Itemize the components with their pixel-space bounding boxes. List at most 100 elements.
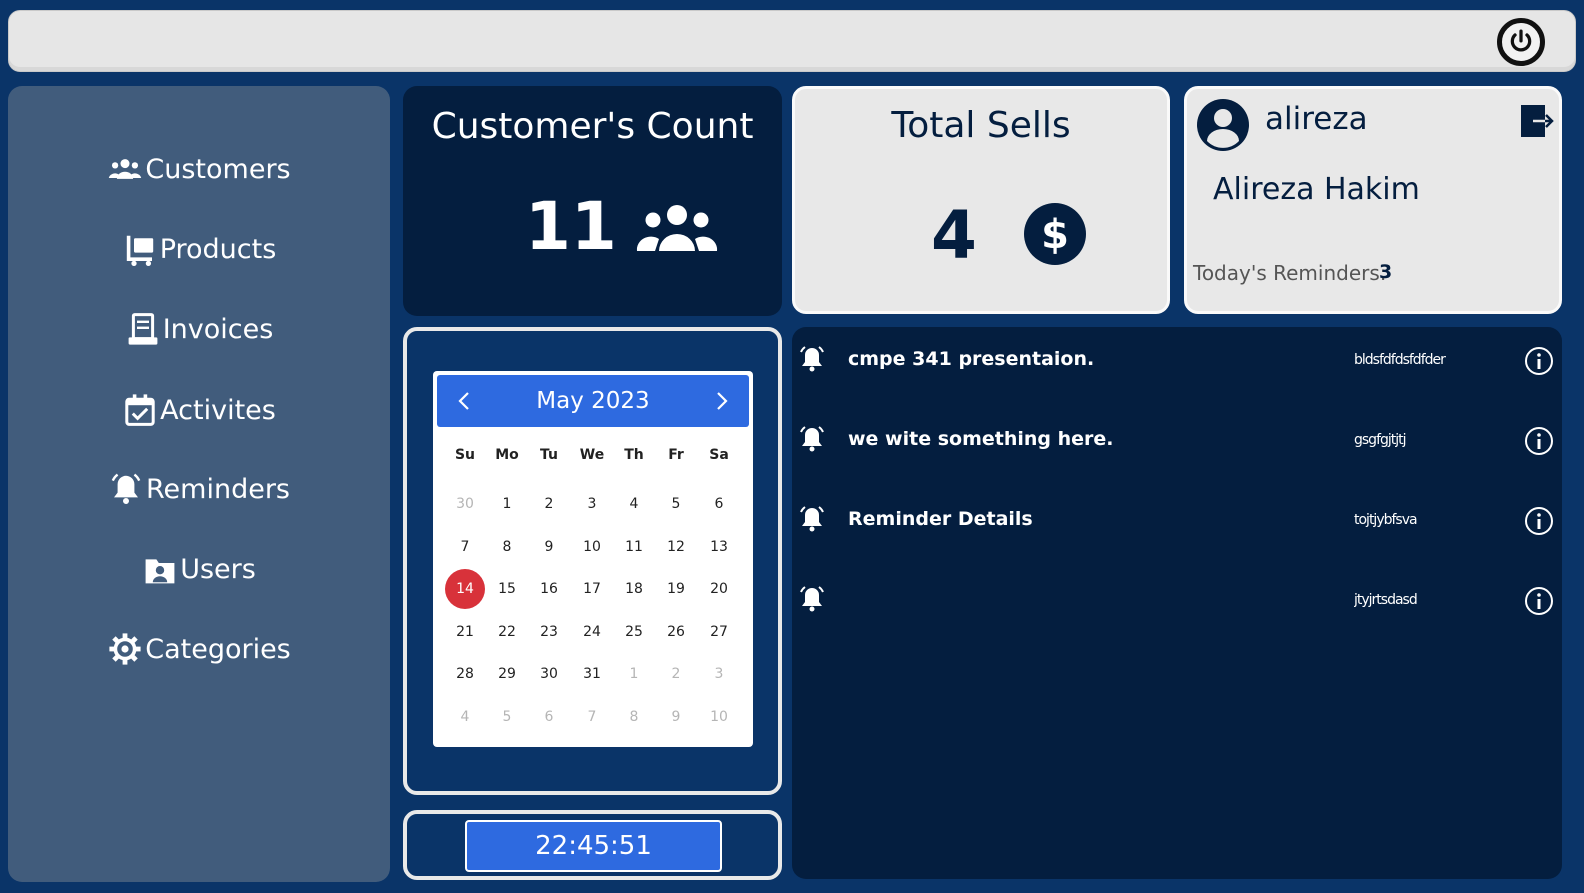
calendar-day[interactable]: 16 [529,569,569,609]
todays-reminders-count: 3 [1379,261,1393,283]
sidebar-item-users[interactable]: Users [8,545,390,593]
calendar-day[interactable]: 11 [614,527,654,567]
logout-icon[interactable] [1519,103,1555,139]
calendar-day[interactable]: 29 [487,654,527,694]
calendar-check-icon [125,394,155,426]
reminder-title: cmpe 341 presentaion. [848,348,1095,370]
chevron-right-icon [717,392,728,410]
calendar-day[interactable]: 15 [487,569,527,609]
reminder-row: jtyjrtsdasd [792,580,1562,620]
calendar-month-label[interactable]: May 2023 [536,388,649,414]
customers-count-title: Customer's Count [431,106,754,147]
calendar-day[interactable]: 9 [529,527,569,567]
bell-ring-icon [111,473,141,504]
bell-ring-icon [797,424,827,454]
power-button[interactable] [1497,18,1545,66]
calendar-day[interactable]: 13 [699,527,739,567]
calendar-day[interactable]: 31 [572,654,612,694]
calendar-weekday: Sa [709,447,729,463]
prev-month-button[interactable] [451,387,479,415]
calendar-day[interactable]: 4 [445,697,485,737]
calendar-day[interactable]: 8 [487,527,527,567]
calendar-day[interactable]: 25 [614,612,654,652]
sidebar-item-products[interactable]: Products [8,225,390,273]
sidebar-item-invoices[interactable]: Invoices [8,305,390,353]
full-name: Alireza Hakim [1213,172,1420,207]
calendar-day[interactable]: 18 [614,569,654,609]
calendar-panel: May 2023 Su Mo Tu We Th Fr Sa 30 1 2 3 4 5 6 7 8 9 10 11 12… [403,327,782,795]
calendar-day[interactable]: 1 [487,484,527,524]
calendar-weekday: Tu [540,447,558,463]
calendar-day[interactable]: 3 [572,484,612,524]
calendar-day[interactable]: 26 [656,612,696,652]
reminder-description: tojtjybfsva [1354,512,1418,528]
sidebar-item-categories[interactable]: Categories [8,625,390,673]
users-group-icon [109,159,142,179]
calendar-day[interactable]: 17 [572,569,612,609]
calendar-day[interactable]: 5 [656,484,696,524]
gear-icon [109,633,141,665]
info-icon[interactable] [1524,346,1554,376]
invoice-icon [128,313,158,345]
calendar-day[interactable]: 10 [572,527,612,567]
total-sells-card: Total Sells 4 $ [792,86,1170,314]
reminder-description: jtyjrtsdasd [1354,592,1418,608]
calendar-header: May 2023 [437,375,749,427]
bell-ring-icon [797,504,827,534]
calendar-day[interactable]: 12 [656,527,696,567]
reminder-description: gsgfgjtjtj [1354,432,1407,448]
info-icon[interactable] [1524,586,1554,616]
calendar-day[interactable]: 7 [572,697,612,737]
calendar-day[interactable]: 8 [614,697,654,737]
calendar-day[interactable]: 30 [529,654,569,694]
calendar-day[interactable]: 22 [487,612,527,652]
calendar-day[interactable]: 6 [529,697,569,737]
calendar-day[interactable]: 30 [445,484,485,524]
reminder-row: we wite something here. gsgfgjtjtj [792,420,1562,460]
user-info-card: alireza Alireza Hakim Today's Reminders:… [1184,86,1562,314]
next-month-button[interactable] [707,387,735,415]
calendar-weekday: Fr [668,447,684,463]
sidebar-item-activities[interactable]: Activites [8,386,390,434]
reminder-title: Reminder Details [848,508,1033,530]
calendar-day[interactable]: 27 [699,612,739,652]
dollar-icon: $ [1024,203,1086,265]
calendar-day[interactable]: 2 [529,484,569,524]
top-bar [8,10,1576,72]
calendar-day[interactable]: 9 [656,697,696,737]
reminder-description: bldsfdfdsfdfder [1354,352,1446,368]
info-icon[interactable] [1524,506,1554,536]
info-icon[interactable] [1524,426,1554,456]
calendar-day[interactable]: 14 [445,569,485,609]
calendar-day[interactable]: 20 [699,569,739,609]
bell-ring-icon [797,344,827,374]
calendar-day[interactable]: 4 [614,484,654,524]
calendar-weekday: Th [624,447,644,463]
calendar-day[interactable]: 7 [445,527,485,567]
calendar-day[interactable]: 28 [445,654,485,694]
sidebar: Customers Products Invoices Activites Re… [8,86,390,882]
calendar-day[interactable]: 1 [614,654,654,694]
calendar-weekday: Mo [495,447,519,463]
calendar-day[interactable]: 21 [445,612,485,652]
calendar-day[interactable]: 24 [572,612,612,652]
customers-count-value: 11 [525,188,617,265]
sidebar-item-label: Reminders [146,473,290,505]
sidebar-item-label: Invoices [162,313,274,345]
cart-icon [125,235,153,267]
calendar-day[interactable]: 19 [656,569,696,609]
sidebar-item-reminders[interactable]: Reminders [8,465,390,513]
reminder-row: cmpe 341 presentaion. bldsfdfdsfdfder [792,340,1562,380]
calendar-day[interactable]: 10 [699,697,739,737]
calendar-day[interactable]: 3 [699,654,739,694]
calendar-weekday: Su [454,447,476,463]
sidebar-item-customers[interactable]: Customers [8,145,390,193]
calendar-day[interactable]: 2 [656,654,696,694]
reminder-title: we wite something here. [848,428,1114,450]
calendar-day[interactable]: 23 [529,612,569,652]
clock-display: 22:45:51 [465,820,722,872]
total-sells-title: Total Sells [891,105,1071,146]
calendar-day[interactable]: 6 [699,484,739,524]
calendar-day[interactable]: 5 [487,697,527,737]
user-folder-icon [145,559,175,584]
